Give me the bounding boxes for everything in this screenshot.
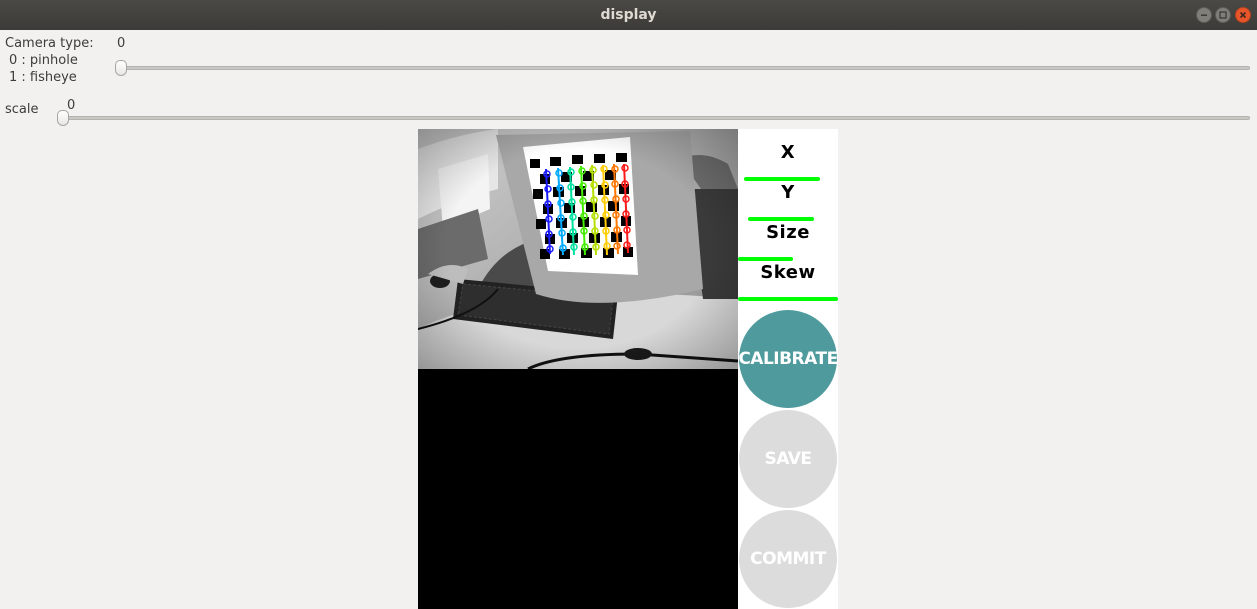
metric-size-bar [738, 257, 793, 261]
metric-y-label: Y [781, 182, 795, 203]
preview-pane [418, 369, 738, 609]
metric-y-bar [748, 217, 814, 221]
maximize-button[interactable] [1215, 7, 1231, 23]
close-button[interactable] [1235, 7, 1251, 23]
metric-size-label: Size [766, 222, 810, 243]
camera-type-value: 0 [117, 36, 126, 51]
minimize-button[interactable] [1196, 7, 1212, 23]
camera-feed-image [418, 129, 738, 369]
window-title: display [600, 7, 657, 23]
camera-type-slider-track[interactable] [118, 66, 1250, 70]
metric-skew-bar [738, 297, 838, 301]
close-icon [1239, 11, 1247, 19]
camera-type-option-fisheye: 1 : fisheye [9, 70, 77, 85]
scale-value: 0 [67, 98, 76, 113]
camera-type-option-pinhole: 0 : pinhole [9, 53, 78, 68]
camera-type-label: Camera type: [5, 36, 94, 51]
metric-skew-label: Skew [760, 262, 816, 283]
calibration-panel: X Y Size Skew CALIBRATE SAVE COMMIT [738, 129, 838, 609]
scale-slider-track[interactable] [60, 116, 1250, 120]
save-button[interactable]: SAVE [739, 410, 837, 508]
metric-x-label: X [780, 142, 796, 163]
metric-x-bar [744, 177, 820, 181]
commit-button[interactable]: COMMIT [739, 510, 837, 608]
minimize-icon [1201, 14, 1207, 16]
title-bar[interactable]: display [0, 0, 1257, 30]
scale-label: scale [5, 102, 39, 117]
calibrate-button[interactable]: CALIBRATE [738, 310, 838, 408]
maximize-icon [1219, 11, 1227, 19]
camera-type-slider-handle[interactable] [115, 60, 127, 76]
camera-feed [418, 129, 738, 369]
scale-slider-handle[interactable] [57, 110, 69, 126]
